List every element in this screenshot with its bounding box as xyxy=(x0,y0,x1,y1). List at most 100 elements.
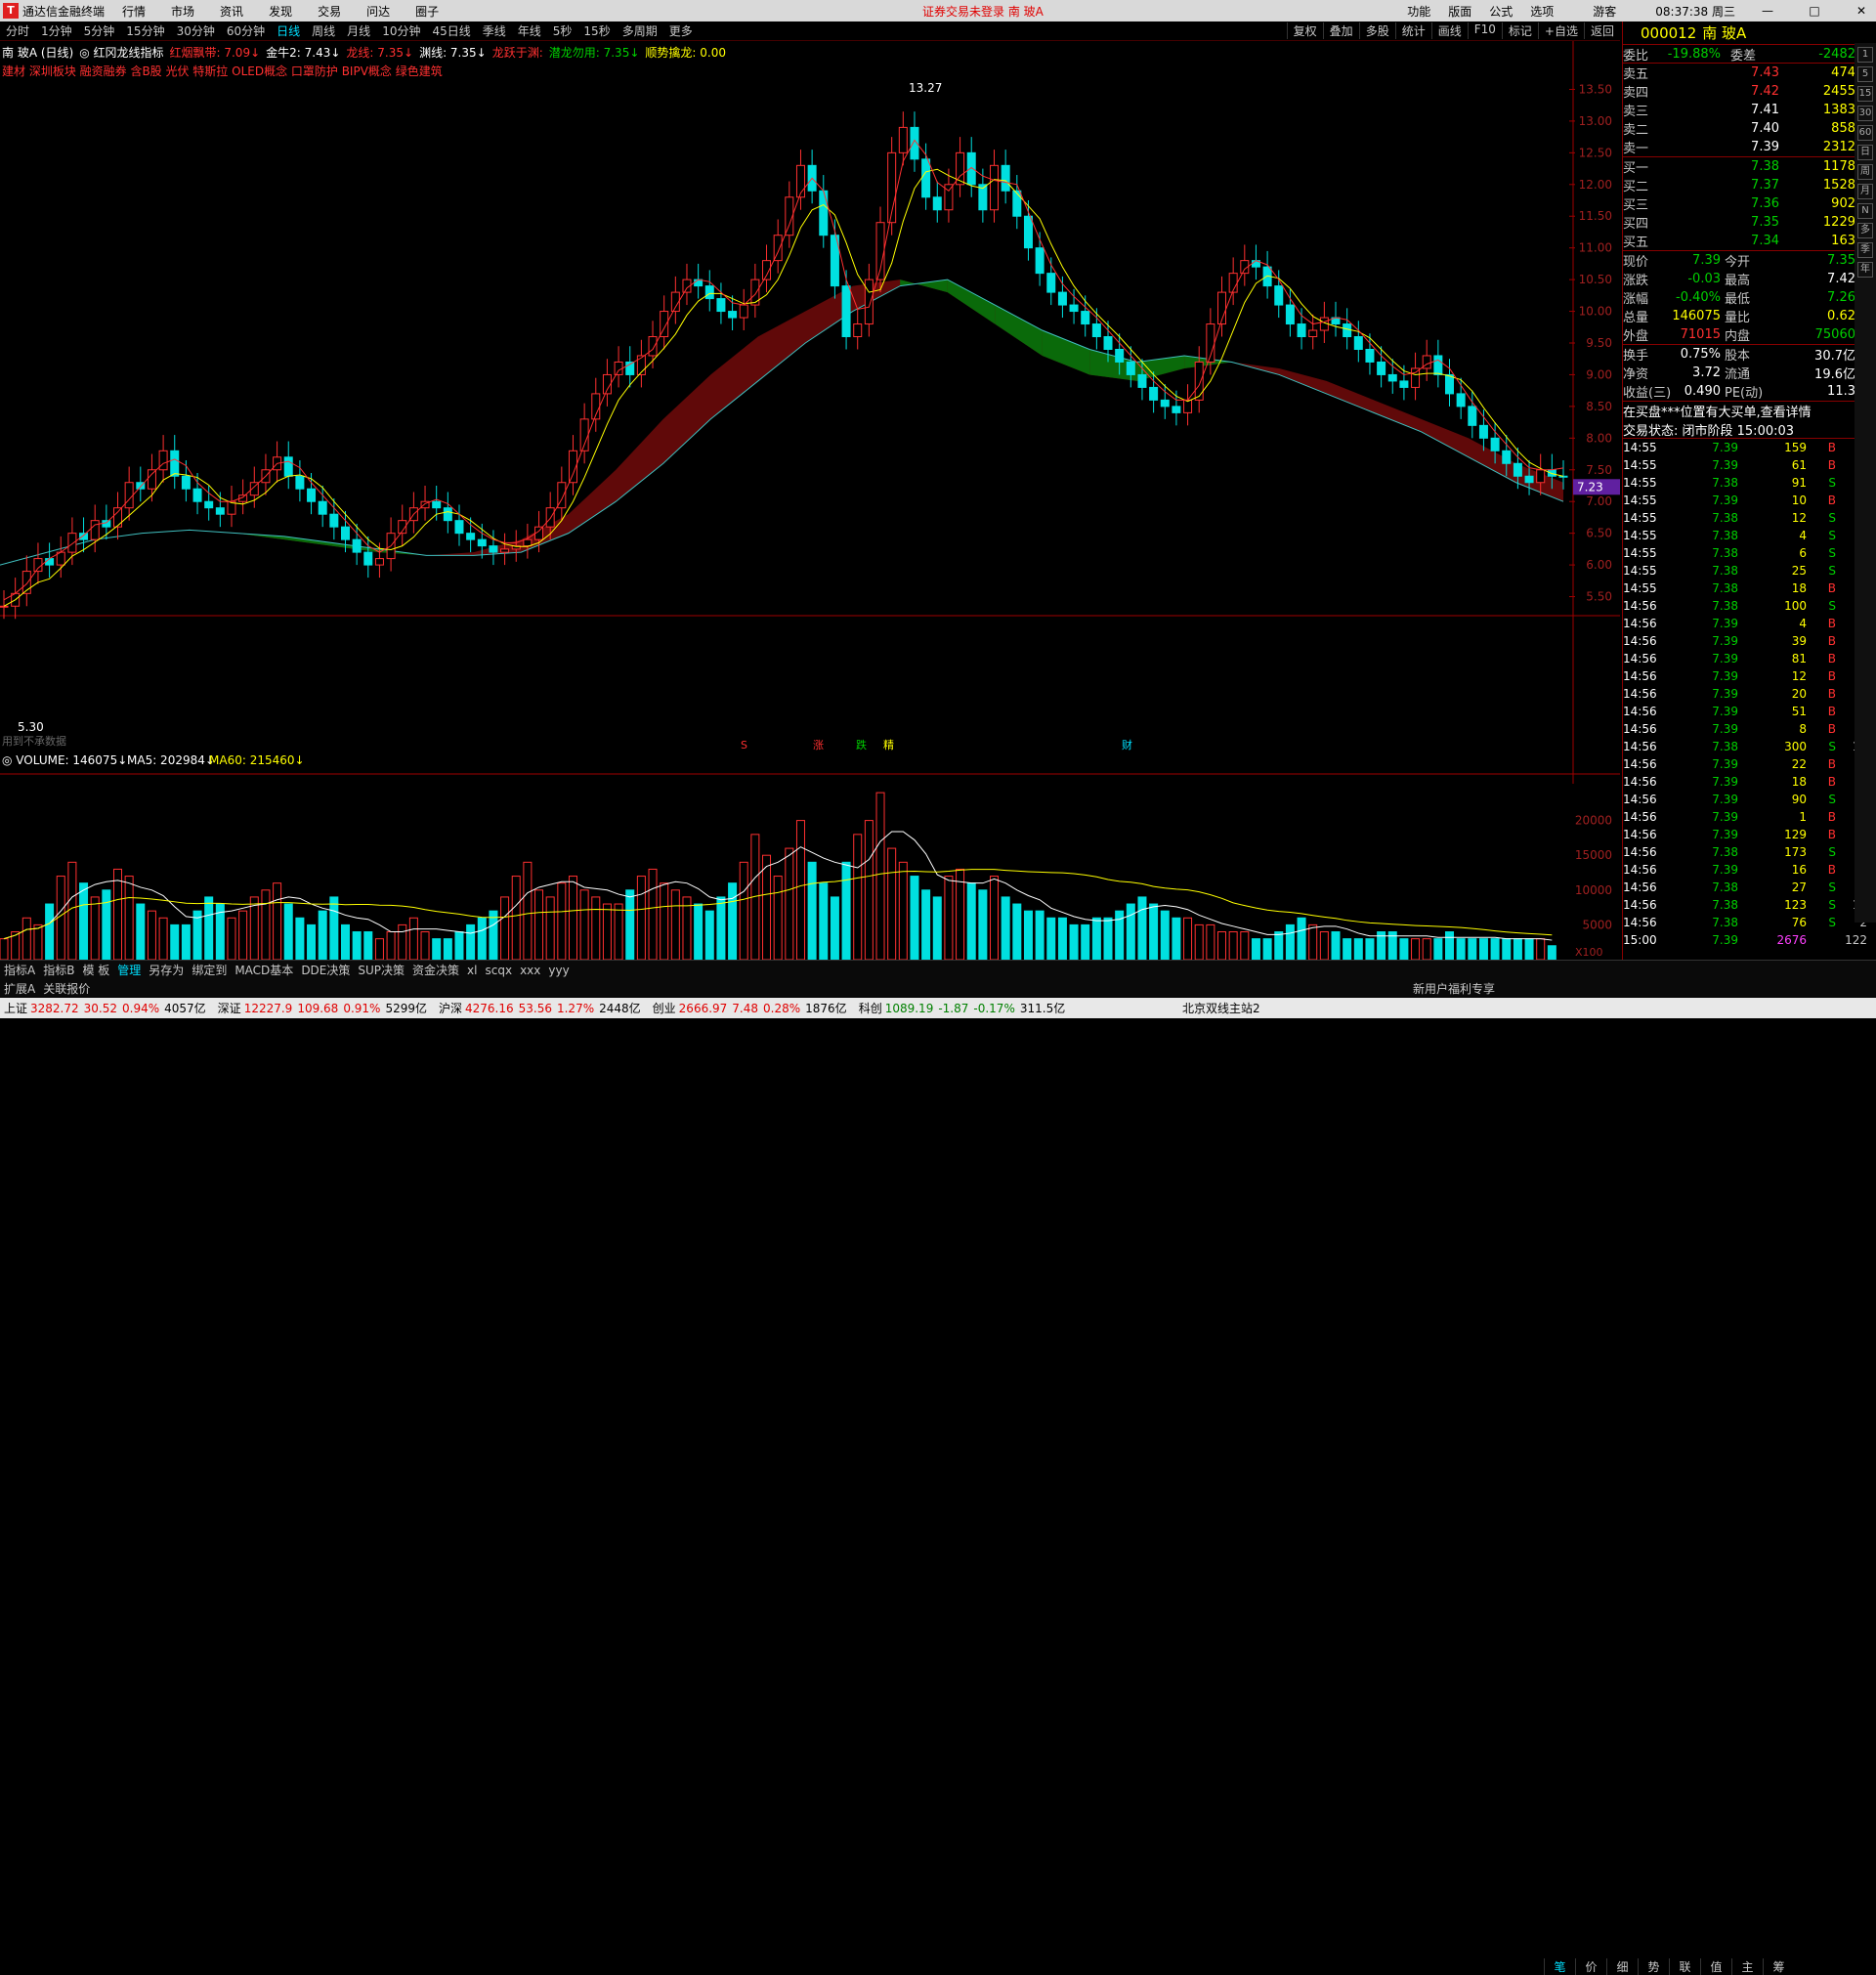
bid-row-2[interactable]: 买三 7.36 902 xyxy=(1623,194,1876,213)
menu-item-3[interactable]: 发现 xyxy=(269,3,292,20)
side-period-button-3[interactable]: 30 xyxy=(1857,106,1873,121)
period-tab-15[interactable]: 多周期 xyxy=(617,22,663,39)
tick-list[interactable]: 14:557.39159B414:557.3961B514:557.3891S4… xyxy=(1623,439,1876,949)
ask-row-1[interactable]: 卖四 7.42 2455 xyxy=(1623,82,1876,101)
big-order-notice[interactable]: 在买盘***位置有大买单,查看详情 xyxy=(1623,402,1876,420)
quote-tab-5[interactable]: 值 xyxy=(1700,1958,1731,1975)
side-period-button-11[interactable]: 年 xyxy=(1857,262,1873,278)
period-tab-14[interactable]: 15秒 xyxy=(577,22,616,39)
period-tab-12[interactable]: 年线 xyxy=(512,22,547,39)
concept-tags[interactable]: 建材 深圳板块 融资融券 含B股 光伏 特斯拉 OLED概念 口罩防护 BIPV… xyxy=(2,63,443,79)
indicator-tab-3[interactable]: 管理 xyxy=(113,962,145,978)
login-warning[interactable]: 证券交易未登录 南 玻A xyxy=(922,3,1044,20)
indicator-tab-13[interactable]: yyy xyxy=(544,964,573,977)
quote-tab-7[interactable]: 筹 xyxy=(1763,1958,1794,1975)
maximize-icon[interactable]: □ xyxy=(1800,4,1829,18)
event-marker[interactable]: 精 xyxy=(883,739,894,751)
event-marker[interactable]: 跌 xyxy=(856,738,867,751)
tool-button-7[interactable]: +自选 xyxy=(1537,22,1584,39)
period-tab-7[interactable]: 周线 xyxy=(306,22,341,39)
close-icon[interactable]: ✕ xyxy=(1847,4,1876,18)
bid-row-4[interactable]: 买五 7.34 163 xyxy=(1623,232,1876,250)
indicator-tab-9[interactable]: 资金决策 xyxy=(408,962,463,978)
ask-row-4[interactable]: 卖一 7.39 2312 xyxy=(1623,138,1876,156)
period-tab-2[interactable]: 5分钟 xyxy=(78,22,121,39)
right-menu-item-1[interactable]: 版面 xyxy=(1448,3,1471,20)
period-tab-5[interactable]: 60分钟 xyxy=(221,22,271,39)
ext-tab-0[interactable]: 扩展A xyxy=(0,980,39,997)
period-tab-1[interactable]: 1分钟 xyxy=(35,22,78,39)
side-period-button-2[interactable]: 15 xyxy=(1857,86,1873,102)
index-name[interactable]: 沪深 xyxy=(439,1000,462,1016)
kline-chart[interactable]: 13.50 13.00 12.50 12.00 11.50 11.00 10.50 10.00… xyxy=(0,41,1620,976)
quote-tab-3[interactable]: 势 xyxy=(1638,1958,1669,1975)
period-tab-8[interactable]: 月线 xyxy=(341,22,376,39)
tool-button-3[interactable]: 统计 xyxy=(1394,22,1431,39)
indicator-tab-10[interactable]: xl xyxy=(463,964,481,977)
right-menu-item-3[interactable]: 选项 xyxy=(1530,3,1554,20)
period-tab-9[interactable]: 10分钟 xyxy=(376,22,426,39)
bid-row-0[interactable]: 买一 7.38 1178 xyxy=(1623,157,1876,176)
indicator-tab-12[interactable]: xxx xyxy=(516,964,544,977)
indicator-tab-2[interactable]: 模 板 xyxy=(78,962,113,978)
ask-row-2[interactable]: 卖三 7.41 1383 xyxy=(1623,101,1876,119)
tool-button-4[interactable]: 画线 xyxy=(1430,22,1468,39)
indicator-tab-7[interactable]: DDE决策 xyxy=(297,962,354,978)
indicator-tab-8[interactable]: SUP决策 xyxy=(354,962,408,978)
index-name[interactable]: 科创 xyxy=(859,1000,882,1016)
right-menu-item-0[interactable]: 功能 xyxy=(1407,3,1430,20)
right-menu-item-2[interactable]: 公式 xyxy=(1489,3,1513,20)
menu-item-1[interactable]: 市场 xyxy=(171,3,194,20)
period-tab-11[interactable]: 季线 xyxy=(477,22,512,39)
tool-button-1[interactable]: 叠加 xyxy=(1322,22,1359,39)
tool-button-6[interactable]: 标记 xyxy=(1501,22,1538,39)
period-tab-3[interactable]: 15分钟 xyxy=(120,22,170,39)
menu-item-2[interactable]: 资讯 xyxy=(220,3,243,20)
indicator-tab-11[interactable]: scqx xyxy=(481,964,516,977)
period-tab-6[interactable]: 日线 xyxy=(271,22,306,39)
side-period-button-8[interactable]: N xyxy=(1857,203,1873,219)
promo-link[interactable]: 新用户福利专享 xyxy=(1409,980,1499,997)
user-label[interactable]: 游客 xyxy=(1593,3,1616,20)
menu-item-6[interactable]: 圈子 xyxy=(415,3,439,20)
menu-item-5[interactable]: 问达 xyxy=(366,3,390,20)
quote-tab-6[interactable]: 主 xyxy=(1731,1958,1763,1975)
indicator-tab-4[interactable]: 另存为 xyxy=(145,962,188,978)
event-marker[interactable]: S xyxy=(741,739,747,751)
indicator-tab-0[interactable]: 指标A xyxy=(0,962,39,978)
index-name[interactable]: 上证 xyxy=(4,1000,27,1016)
ask-row-3[interactable]: 卖二 7.40 858 xyxy=(1623,119,1876,138)
index-name[interactable]: 深证 xyxy=(218,1000,241,1016)
side-period-button-7[interactable]: 月 xyxy=(1857,184,1873,199)
quote-tab-2[interactable]: 细 xyxy=(1606,1958,1638,1975)
period-tab-0[interactable]: 分时 xyxy=(0,22,35,39)
side-period-button-6[interactable]: 周 xyxy=(1857,164,1873,180)
side-period-button-9[interactable]: 多 xyxy=(1857,223,1873,238)
event-marker[interactable]: 财 xyxy=(1122,738,1132,751)
period-tab-16[interactable]: 更多 xyxy=(663,22,699,39)
period-tab-10[interactable]: 45日线 xyxy=(426,22,476,39)
side-period-button-0[interactable]: 1 xyxy=(1857,47,1873,63)
quote-tab-0[interactable]: 笔 xyxy=(1544,1958,1575,1975)
tool-button-8[interactable]: 返回 xyxy=(1583,22,1620,39)
server-name[interactable]: 北京双线主站2 xyxy=(1182,1000,1260,1016)
indicator-tab-6[interactable]: MACD基本 xyxy=(231,962,297,978)
period-tab-4[interactable]: 30分钟 xyxy=(171,22,221,39)
indicator-tab-5[interactable]: 绑定到 xyxy=(188,962,231,978)
menu-item-4[interactable]: 交易 xyxy=(318,3,341,20)
side-period-button-1[interactable]: 5 xyxy=(1857,66,1873,82)
bid-row-1[interactable]: 买二 7.37 1528 xyxy=(1623,176,1876,194)
quote-tab-1[interactable]: 价 xyxy=(1575,1958,1606,1975)
kline-chart-area[interactable]: 13.50 13.00 12.50 12.00 11.50 11.00 10.50 10.00… xyxy=(0,41,1620,976)
tool-button-2[interactable]: 多股 xyxy=(1358,22,1395,39)
ext-tab-1[interactable]: 关联报价 xyxy=(39,980,94,997)
side-period-button-4[interactable]: 60 xyxy=(1857,125,1873,141)
side-period-button-10[interactable]: 季 xyxy=(1857,242,1873,258)
tool-button-0[interactable]: 复权 xyxy=(1286,22,1323,39)
bid-row-3[interactable]: 买四 7.35 1229 xyxy=(1623,213,1876,232)
ask-row-0[interactable]: 卖五 7.43 474 xyxy=(1623,64,1876,82)
tool-button-5[interactable]: F10 xyxy=(1467,22,1502,39)
index-name[interactable]: 创业 xyxy=(653,1000,676,1016)
minimize-icon[interactable]: — xyxy=(1753,4,1782,18)
indicator-tab-1[interactable]: 指标B xyxy=(39,962,78,978)
